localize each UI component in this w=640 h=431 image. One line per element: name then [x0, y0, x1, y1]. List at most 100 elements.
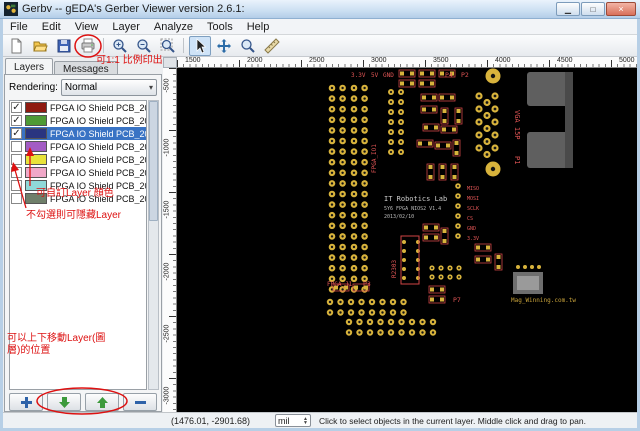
move-layer-up-button[interactable] — [85, 393, 119, 411]
layer-color-swatch[interactable] — [25, 102, 47, 113]
pcb-label: R2303 — [391, 260, 398, 278]
layer-row[interactable]: ✓ FPGA IO Shield PCB_20160225-... — [10, 127, 146, 140]
unit-selector[interactable]: mil ▲ ▼ — [275, 414, 311, 427]
layer-visibility-checkbox[interactable] — [11, 193, 22, 204]
layers-panel: Layers Messages Rendering: Normal ▾ ✓ FPGA… — [3, 57, 163, 412]
ruler-tick-label: -1500 — [163, 200, 171, 219]
layer-name: FPGA IO Shield PCB_20160225-... — [50, 115, 146, 126]
ruler-tick-label: 5000 — [619, 57, 635, 64]
layer-row[interactable]: FPGA IO Shield PCB_20160225-... — [10, 166, 146, 179]
print-button[interactable] — [77, 36, 99, 56]
layer-name: FPGA IO Shield PCB_20160225-... — [50, 180, 146, 191]
layer-visibility-checkbox[interactable] — [11, 167, 22, 178]
ruler-top: 1500 2000 2500 3000 3500 4000 4500 5000 — [177, 57, 637, 68]
pcb-label: FPGA_IO1 — [371, 144, 378, 173]
pcb-label: P1 — [513, 156, 521, 164]
pcb-label: CS — [467, 216, 473, 222]
add-layer-button[interactable] — [9, 393, 43, 411]
toolbar — [3, 35, 637, 57]
layer-color-swatch[interactable] — [25, 193, 47, 204]
pcb-canvas[interactable]: 3.3V 5V GND P4 P2 FPGA_IO1 FPGA_J1 P3 VGA 15P P1 I… — [177, 68, 637, 412]
layer-color-swatch[interactable] — [25, 167, 47, 178]
layer-color-swatch[interactable] — [25, 180, 47, 191]
remove-layer-button[interactable] — [123, 393, 157, 411]
open-layer-button[interactable] — [29, 36, 51, 56]
layer-row[interactable]: FPGA IO Shield PCB_20160225-... — [10, 192, 146, 205]
zoom-in-button[interactable] — [109, 36, 131, 56]
layer-color-swatch[interactable] — [25, 115, 47, 126]
zoom-tool-button[interactable] — [237, 36, 259, 56]
layer-buttons — [9, 393, 157, 411]
unit-value: mil — [278, 415, 290, 426]
layer-row[interactable]: FPGA IO Shield PCB_20160225-... — [10, 153, 146, 166]
menu-bar: File Edit View Layer Analyze Tools Help — [3, 19, 637, 35]
layer-name: FPGA IO Shield PCB_20160225-... — [50, 102, 146, 113]
cursor-coordinates: (1476.01, -2901.68) — [171, 416, 251, 426]
status-hint: Click to select objects in the current l… — [319, 416, 586, 426]
new-document-button[interactable] — [5, 36, 27, 56]
pcb-label: MOSI — [467, 196, 479, 202]
maximize-button[interactable]: □ — [581, 2, 605, 16]
pcb-label: VGA 15P — [513, 110, 521, 140]
layer-color-swatch[interactable] — [25, 128, 47, 139]
layer-visibility-checkbox[interactable]: ✓ — [11, 115, 22, 126]
ruler-tick-label: 3500 — [433, 57, 449, 64]
tab-layers[interactable]: Layers — [5, 58, 54, 75]
zoom-out-button[interactable] — [133, 36, 155, 56]
pcb-label: P7 — [453, 296, 461, 304]
menu-layer[interactable]: Layer — [105, 20, 147, 34]
menu-help[interactable]: Help — [240, 20, 277, 34]
pcb-label: IT Robotics Lab — [384, 195, 447, 203]
pcb-label: GND — [467, 226, 476, 232]
rendering-label: Rendering: — [9, 82, 58, 93]
menu-file[interactable]: File — [3, 20, 35, 34]
menu-tools[interactable]: Tools — [200, 20, 240, 34]
layer-visibility-checkbox[interactable] — [11, 141, 22, 152]
save-layer-button[interactable] — [53, 36, 75, 56]
chevron-down-icon: ▾ — [148, 83, 153, 92]
zoom-fit-button[interactable] — [157, 36, 179, 56]
layer-row[interactable]: FPGA IO Shield PCB_20160225-... — [10, 179, 146, 192]
pcb-label: 5Y6 FPGA NIOS2 V1.4 — [384, 206, 441, 212]
close-button[interactable]: × — [606, 2, 636, 16]
layer-name: FPGA IO Shield PCB_20160225-... — [50, 141, 146, 152]
menu-analyze[interactable]: Analyze — [147, 20, 200, 34]
layer-row[interactable]: ✓ FPGA IO Shield PCB_20160225-... — [10, 101, 146, 114]
move-layer-down-button[interactable] — [47, 393, 81, 411]
minimize-button[interactable]: ▁ — [556, 2, 580, 16]
layer-name: FPGA IO Shield PCB_20160225-... — [50, 193, 146, 204]
ruler-tick-label: -500 — [163, 78, 171, 93]
layer-visibility-checkbox[interactable] — [11, 180, 22, 191]
menu-view[interactable]: View — [68, 20, 106, 34]
title-bar: Gerbv -- gEDA's Gerber Viewer version 2.… — [0, 0, 640, 19]
pcb-label: SCLK — [467, 206, 479, 212]
pcb-label: 2013/02/10 — [384, 214, 414, 220]
ruler-tick-label: -2500 — [163, 324, 171, 343]
menu-edit[interactable]: Edit — [35, 20, 68, 34]
layer-list-scrollbar[interactable] — [148, 100, 159, 390]
layer-name: FPGA IO Shield PCB_20160225-... — [50, 167, 146, 178]
ruler-tick-label: 1500 — [185, 57, 201, 64]
pan-tool-button[interactable] — [213, 36, 235, 56]
scrollbar-thumb[interactable] — [149, 101, 158, 221]
measure-tool-button[interactable] — [261, 36, 283, 56]
layer-color-swatch[interactable] — [25, 154, 47, 165]
ruler-corner — [163, 57, 177, 68]
pcb-label: Mag_Winning.com.tw — [511, 297, 576, 304]
status-bar: (1476.01, -2901.68) mil ▲ ▼ Click to sele… — [3, 412, 637, 428]
rendering-value: Normal — [64, 82, 98, 93]
layer-visibility-checkbox[interactable]: ✓ — [11, 128, 22, 139]
ruler-tick-label: 2000 — [247, 57, 263, 64]
layer-row[interactable]: FPGA IO Shield PCB_20160225-... — [10, 140, 146, 153]
layer-visibility-checkbox[interactable] — [11, 154, 22, 165]
pointer-tool-button[interactable] — [189, 36, 211, 56]
pcb-label: FPGA_J1 — [327, 281, 353, 288]
toolbar-separator — [183, 38, 184, 53]
ruler-tick-label: -3000 — [163, 386, 171, 405]
rendering-combo[interactable]: Normal ▾ — [60, 79, 157, 96]
spinner-arrows-icon[interactable]: ▲ ▼ — [303, 416, 308, 425]
ruler-tick-label: -1000 — [163, 138, 171, 157]
layer-row[interactable]: ✓ FPGA IO Shield PCB_20160225-... — [10, 114, 146, 127]
layer-color-swatch[interactable] — [25, 141, 47, 152]
layer-visibility-checkbox[interactable]: ✓ — [11, 102, 22, 113]
